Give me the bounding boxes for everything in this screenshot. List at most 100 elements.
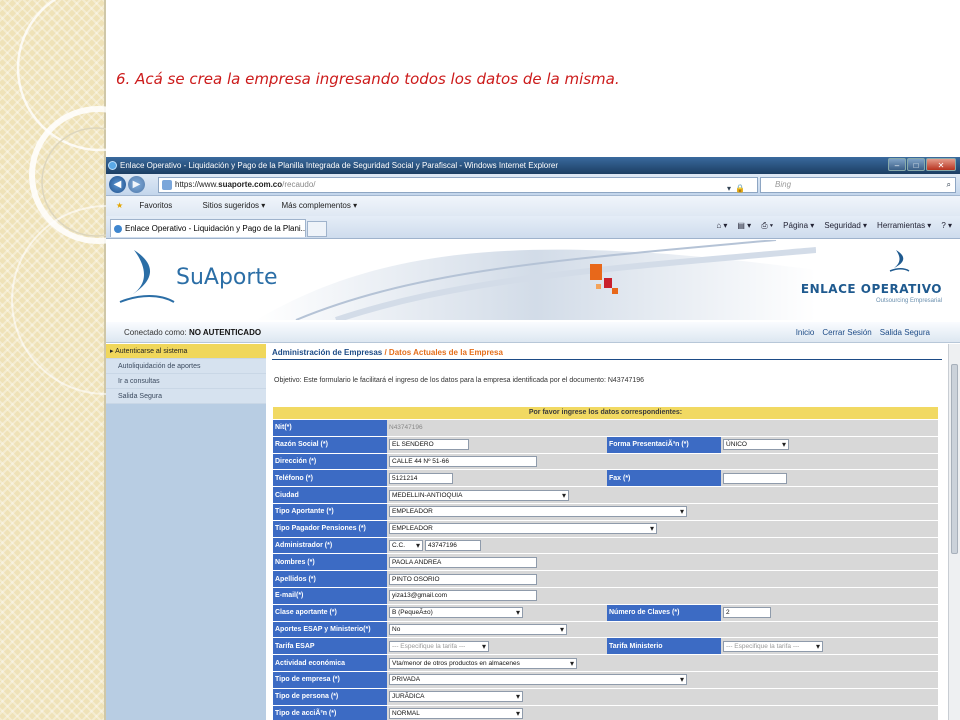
- clase-aportante-label: Clase aportante (*): [273, 604, 387, 621]
- tipo-accion-select[interactable]: NORMAL: [389, 707, 523, 719]
- form-header: Por favor ingrese los datos correspondie…: [273, 407, 938, 419]
- url-host: suaporte.com.co: [218, 180, 283, 189]
- print-icon[interactable]: ⎙ ▾: [761, 221, 773, 231]
- sidebar-item-safe-exit[interactable]: Salida Segura: [106, 389, 266, 404]
- breadcrumb-root[interactable]: Administración de Empresas: [272, 348, 382, 357]
- tab-bar: Enlace Operativo - Liquidación y Pago de…: [106, 216, 960, 239]
- sidebar-item-authenticate[interactable]: Autenticarse al sistema: [106, 344, 266, 359]
- favorites-button[interactable]: ★ Favoritos: [116, 201, 186, 210]
- tipo-empresa-select[interactable]: PRIVADA: [389, 674, 687, 686]
- admin-doc-type-select[interactable]: C.C.: [389, 539, 423, 551]
- connected-user: NO AUTENTICADO: [188, 328, 262, 337]
- page-menu[interactable]: Página ▾: [783, 221, 814, 231]
- sidebar-item-queries[interactable]: Ir a consultas: [106, 374, 266, 389]
- safe-exit-link[interactable]: Salida Segura: [880, 322, 930, 343]
- tipo-pagador-select[interactable]: EMPLEADOR: [389, 523, 657, 535]
- form-row: Dirección (*) CALLE 44 Nº 51-66: [273, 453, 938, 470]
- ciudad-label: Ciudad: [273, 487, 387, 503]
- form-row: Razón Social (*) EL SENDERO Forma Presen…: [273, 436, 938, 453]
- numero-claves-input[interactable]: 2: [723, 607, 771, 619]
- feeds-icon[interactable]: ▤ ▾: [737, 221, 751, 231]
- razon-social-input[interactable]: EL SENDERO: [389, 439, 469, 451]
- email-label: E-mail(*): [273, 587, 387, 604]
- slide: 6. Acá se crea la empresa ingresando tod…: [0, 0, 960, 720]
- browser-window: Enlace Operativo - Liquidación y Pago de…: [106, 157, 960, 720]
- session-bar: Conectado como: NO AUTENTICADO Inicio Ce…: [106, 322, 960, 343]
- fax-input[interactable]: [723, 472, 787, 484]
- search-icon[interactable]: ⌕: [947, 178, 951, 192]
- home-link[interactable]: Inicio: [796, 322, 815, 343]
- circle-ornament-icon: [11, 0, 106, 395]
- forward-icon[interactable]: ▶: [128, 176, 145, 193]
- sidebar-item-self-liquidation[interactable]: Autoliquidación de aportes: [106, 359, 266, 374]
- direccion-input[interactable]: CALLE 44 Nº 51-66: [389, 455, 537, 467]
- search-input[interactable]: Bing ⌕: [760, 177, 956, 193]
- help-icon[interactable]: ? ▾: [941, 221, 952, 231]
- enlace-logo-text: ENLACE OPERATIVO: [800, 282, 942, 296]
- tipo-aportante-label: Tipo Aportante (*): [273, 503, 387, 520]
- logout-link[interactable]: Cerrar Sesión: [822, 322, 871, 343]
- window-title-bar: Enlace Operativo - Liquidación y Pago de…: [106, 157, 960, 174]
- connected-label: Conectado como:: [124, 328, 189, 337]
- vertical-scrollbar[interactable]: [948, 344, 960, 720]
- actividad-select[interactable]: Vta/menor de otros productos en almacene…: [389, 657, 577, 669]
- razon-social-label: Razón Social (*): [273, 436, 387, 453]
- aportes-esap-select[interactable]: No: [389, 623, 567, 635]
- form-row: Aportes ESAP y Ministerio(*) No: [273, 621, 938, 638]
- clase-aportante-select[interactable]: B (PequeÃ±o): [389, 607, 523, 619]
- nombres-label: Nombres (*): [273, 554, 387, 571]
- security-menu[interactable]: Seguridad ▾: [824, 221, 867, 231]
- tipo-accion-label: Tipo de acciÃ³n (*): [273, 705, 387, 720]
- administrador-label: Administrador (*): [273, 537, 387, 554]
- enlace-logo-icon: [889, 250, 910, 272]
- form-row: Tipo de acciÃ³n (*) NORMAL: [273, 705, 938, 720]
- close-button[interactable]: ✕: [926, 158, 956, 171]
- home-icon[interactable]: ⌂ ▾: [716, 221, 727, 231]
- form-row: Teléfono (*) 5121214 Fax (*): [273, 470, 938, 487]
- maximize-button[interactable]: □: [907, 158, 925, 171]
- suggested-sites-button[interactable]: Sitios sugeridos ▾: [203, 201, 266, 210]
- form-row: Clase aportante (*) B (PequeÃ±o) Número …: [273, 604, 938, 621]
- back-icon[interactable]: ◀: [109, 176, 126, 193]
- url-input[interactable]: https://www.suaporte.com.co/recaudo/ ▾🔒⟳…: [158, 177, 758, 207]
- breadcrumb-divider: [272, 359, 942, 360]
- email-field[interactable]: yiza13@gmail.com: [389, 590, 537, 602]
- company-form: Nit(*) N43747196 Razón Social (*) EL SEN…: [273, 419, 938, 720]
- address-bar: ◀ ▶ https://www.suaporte.com.co/recaudo/…: [106, 174, 960, 207]
- more-addons-button[interactable]: Más complementos ▾: [282, 201, 358, 210]
- ciudad-select[interactable]: MEDELLIN-ANTIOQUIA: [389, 489, 569, 501]
- url-path: /recaudo/: [282, 180, 316, 189]
- favorites-bar: ★ Favoritos Sitios sugeridos ▾ Más compl…: [106, 196, 960, 216]
- form-row: Tipo Aportante (*) EMPLEADOR: [273, 503, 938, 520]
- forma-presentacion-label: Forma PresentaciÃ³n (*): [607, 436, 721, 453]
- aportes-esap-label: Aportes ESAP y Ministerio(*): [273, 621, 387, 638]
- tarifa-esap-select[interactable]: --- Especifique la tarifa ---: [389, 640, 489, 652]
- tipo-persona-select[interactable]: JURÃDICA: [389, 691, 523, 703]
- form-row: Administrador (*) C.C. 43747196: [273, 537, 938, 554]
- form-row: Tipo Pagador Pensiones (*) EMPLEADOR: [273, 520, 938, 537]
- telefono-input[interactable]: 5121214: [389, 472, 453, 484]
- scrollbar-thumb[interactable]: [951, 364, 958, 554]
- apellidos-input[interactable]: PINTO OSORIO: [389, 573, 537, 585]
- new-tab-button[interactable]: [307, 221, 327, 237]
- direccion-label: Dirección (*): [273, 453, 387, 470]
- top-links: Inicio Cerrar Sesión Salida Segura: [796, 322, 930, 343]
- nit-label: Nit(*): [273, 420, 387, 436]
- tools-menu[interactable]: Herramientas ▾: [877, 221, 931, 231]
- window-title: Enlace Operativo - Liquidación y Pago de…: [120, 161, 559, 170]
- tipo-aportante-select[interactable]: EMPLEADOR: [389, 506, 687, 518]
- decorative-border: [0, 0, 106, 720]
- objective-text: Objetivo: Este formulario le facilitará …: [274, 377, 645, 384]
- command-bar: ⌂ ▾ ▤ ▾ ⎙ ▾ Página ▾ Seguridad ▾ Herrami…: [716, 221, 952, 231]
- tarifa-ministerio-select[interactable]: --- Especifique la tarifa ---: [723, 640, 823, 652]
- nombres-input[interactable]: PAOLA ANDREA: [389, 556, 537, 568]
- admin-doc-number-input[interactable]: 43747196: [424, 539, 481, 551]
- search-placeholder: Bing: [775, 180, 792, 189]
- suaporte-logo-icon: [119, 250, 175, 303]
- slide-caption: 6. Acá se crea la empresa ingresando tod…: [116, 70, 620, 88]
- tab-current[interactable]: Enlace Operativo - Liquidación y Pago de…: [110, 219, 306, 237]
- minimize-button[interactable]: –: [888, 158, 906, 171]
- form-row: Nombres (*) PAOLA ANDREA: [273, 554, 938, 571]
- nit-value: N43747196: [389, 424, 423, 432]
- forma-presentacion-select[interactable]: ÚNICO: [723, 439, 789, 451]
